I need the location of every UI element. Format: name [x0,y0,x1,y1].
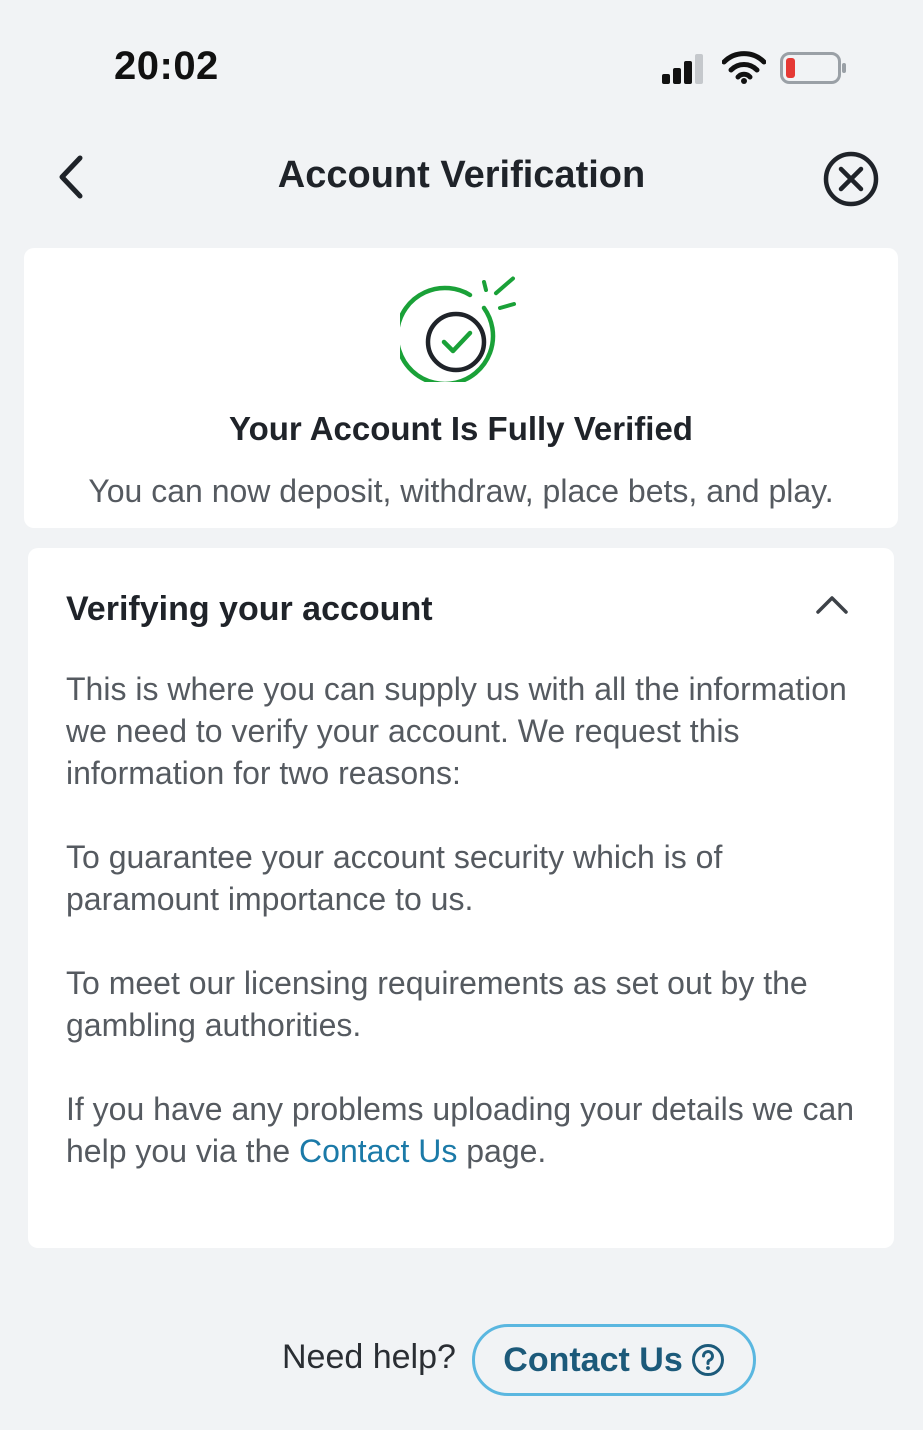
info-paragraph: This is where you can supply us with all… [66,671,847,791]
help-row: Need help? Contact Us [0,1324,923,1396]
wifi-icon [722,51,766,84]
info-paragraph: To guarantee your account security which… [66,839,723,917]
signal-icon [662,54,703,84]
info-body: This is where you can supply us with all… [66,668,866,1214]
info-card: Verifying your account This is where you… [28,548,894,1248]
verified-subtitle: You can now deposit, withdraw, place bet… [88,473,834,509]
info-heading[interactable]: Verifying your account [66,590,433,629]
page-title: Account Verification [277,154,646,196]
help-label: Need help? [282,1338,456,1376]
contact-us-button-label: Contact Us [503,1340,683,1379]
verified-card: Your Account Is Fully Verified You can n… [24,248,898,528]
verified-check-icon [400,276,516,382]
question-circle-icon [691,1344,724,1376]
status-time: 20:02 [114,44,219,88]
contact-us-link[interactable]: Contact Us [299,1133,457,1169]
info-text: page. [457,1133,547,1169]
chevron-up-icon[interactable] [814,592,850,616]
close-circle-icon[interactable] [822,150,880,208]
info-paragraph: To meet our licensing requirements as se… [66,965,808,1043]
info-paragraph-contact: If you have any problems uploading your … [66,1088,866,1172]
status-bar: 20:02 [0,0,923,130]
verified-title: Your Account Is Fully Verified [229,410,693,447]
contact-us-button[interactable]: Contact Us [472,1324,756,1396]
battery-low-icon [780,52,846,84]
header: Account Verification [0,130,923,226]
